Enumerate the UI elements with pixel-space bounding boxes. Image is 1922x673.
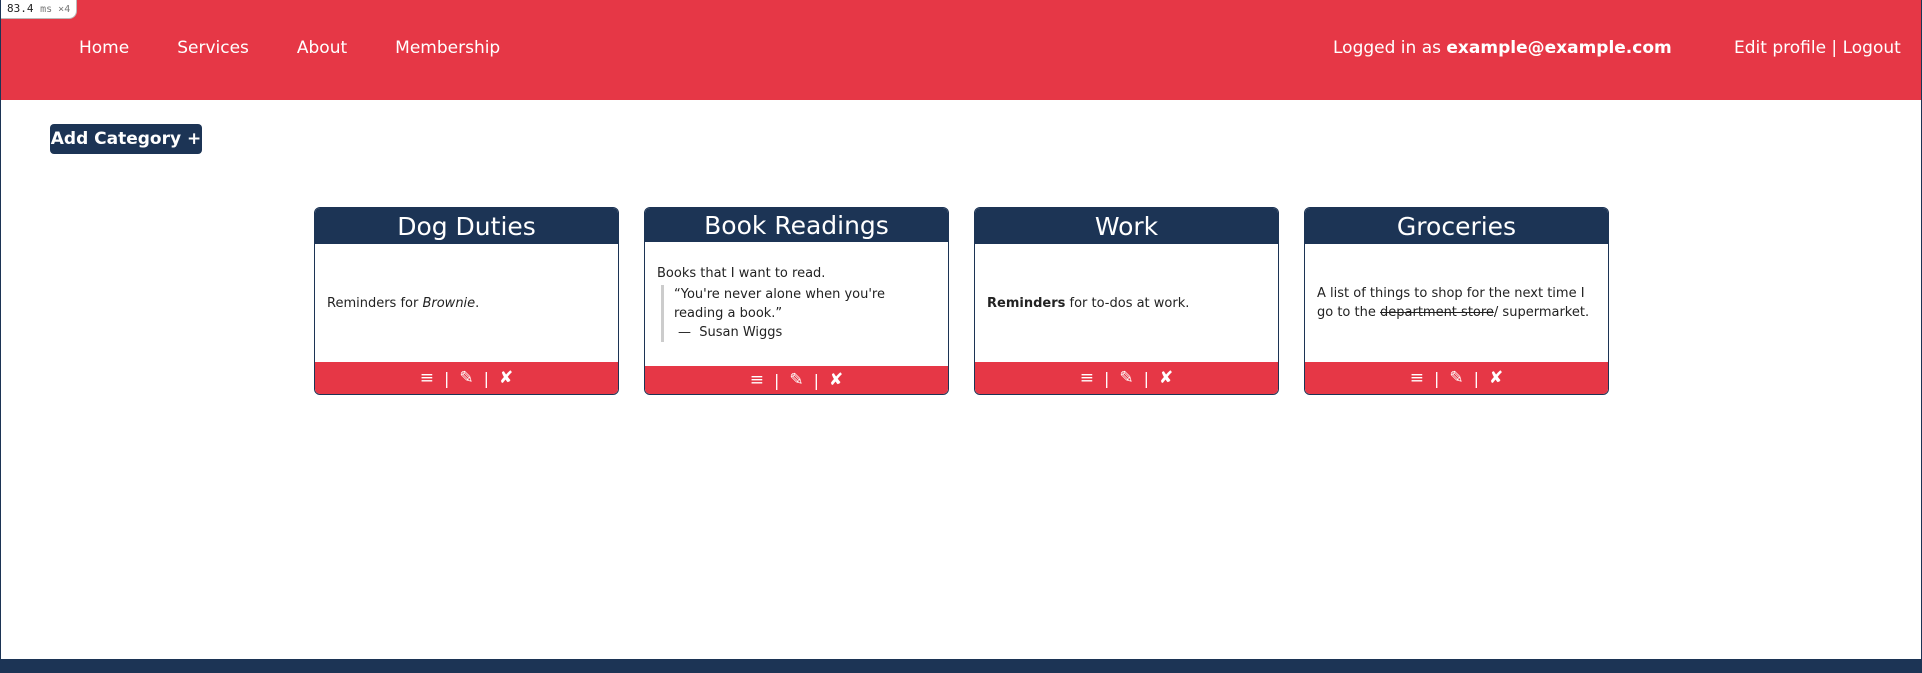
nav-membership[interactable]: Membership (395, 38, 500, 58)
perf-value: 83.4 (7, 2, 34, 15)
edit-profile-link[interactable]: Edit profile (1734, 38, 1826, 58)
top-navbar: Home Services About Membership Logged in… (1, 0, 1921, 100)
main-nav: Home Services About Membership (79, 38, 548, 58)
desc-bold: Reminders (987, 295, 1066, 311)
category-card-dog-duties: Dog Duties Reminders for Brownie. ≡ | ✎ … (314, 207, 619, 395)
logout-link[interactable]: Logout (1843, 38, 1901, 58)
action-separator: | (773, 370, 780, 390)
add-category-button[interactable]: Add Category + (50, 124, 202, 154)
desc-emphasis: Brownie (422, 295, 476, 311)
edit-pencil-icon[interactable]: ✎ (1115, 368, 1137, 388)
delete-x-icon[interactable]: ✘ (1155, 368, 1177, 388)
desc-text-end: / supermarket. (1493, 305, 1590, 320)
desc-text-end: . (475, 295, 480, 311)
quote-text: “You're never alone when you're reading … (674, 287, 885, 321)
action-separator: | (1433, 368, 1440, 388)
profile-links-separator: | (1826, 38, 1843, 58)
category-card-groceries: Groceries A list of things to shop for t… (1304, 207, 1609, 395)
perf-unit: ms ×4 (40, 4, 71, 15)
action-separator: | (1143, 368, 1150, 388)
desc-text: Books that I want to read. (657, 266, 826, 281)
edit-pencil-icon[interactable]: ✎ (785, 370, 807, 390)
nav-home[interactable]: Home (79, 38, 129, 58)
desc-strikethrough: department store (1380, 305, 1494, 320)
delete-x-icon[interactable]: ✘ (825, 370, 847, 390)
category-card-work: Work Reminders for to-dos at work. ≡ | ✎… (974, 207, 1279, 395)
logged-in-prefix: Logged in as (1333, 38, 1447, 58)
delete-x-icon[interactable]: ✘ (1485, 368, 1507, 388)
edit-pencil-icon[interactable]: ✎ (1445, 368, 1467, 388)
action-separator: | (443, 368, 450, 388)
perf-badge: 83.4 ms ×4 (1, 0, 78, 19)
quote-author: — Susan Wiggs (678, 325, 783, 340)
card-description: Reminders for to-dos at work. (975, 244, 1278, 362)
card-title: Dog Duties (315, 208, 618, 244)
action-separator: | (1103, 368, 1110, 388)
card-title: Groceries (1305, 208, 1608, 244)
page-footer (1, 659, 1922, 673)
card-actions: ≡ | ✎ | ✘ (975, 362, 1278, 394)
category-card-book-readings: Book Readings Books that I want to read.… (644, 207, 949, 395)
nav-about[interactable]: About (297, 38, 347, 58)
card-title: Work (975, 208, 1278, 244)
desc-text: Reminders for (327, 295, 423, 311)
nav-services[interactable]: Services (177, 38, 249, 58)
list-icon[interactable]: ≡ (1076, 368, 1098, 388)
card-description: Reminders for Brownie. (315, 244, 618, 362)
list-icon[interactable]: ≡ (746, 370, 768, 390)
book-quote: “You're never alone when you're reading … (661, 285, 936, 342)
action-separator: | (813, 370, 820, 390)
action-separator: | (483, 368, 490, 388)
card-actions: ≡ | ✎ | ✘ (315, 362, 618, 394)
card-description: Books that I want to read. “You're never… (645, 242, 948, 366)
card-description: A list of things to shop for the next ti… (1305, 244, 1608, 362)
profile-links: Edit profile | Logout (1734, 38, 1901, 58)
list-icon[interactable]: ≡ (416, 368, 438, 388)
edit-pencil-icon[interactable]: ✎ (455, 368, 477, 388)
list-icon[interactable]: ≡ (1406, 368, 1428, 388)
card-actions: ≡ | ✎ | ✘ (645, 366, 948, 394)
delete-x-icon[interactable]: ✘ (495, 368, 517, 388)
logged-in-status: Logged in as example@example.com (1333, 38, 1672, 58)
card-actions: ≡ | ✎ | ✘ (1305, 362, 1608, 394)
card-title: Book Readings (645, 208, 948, 242)
action-separator: | (1473, 368, 1480, 388)
desc-text: for to-dos at work. (1065, 295, 1190, 311)
user-email: example@example.com (1446, 38, 1672, 58)
